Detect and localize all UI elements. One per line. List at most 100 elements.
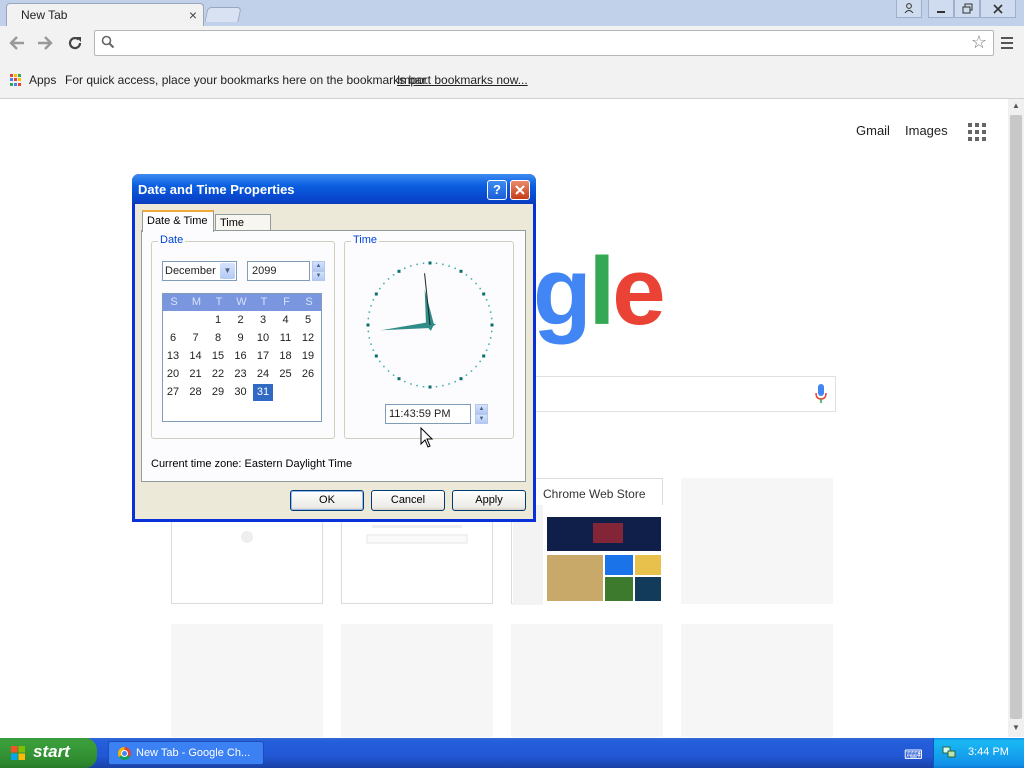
favicon-placeholder-icon	[241, 531, 253, 543]
calendar-day[interactable]: 8	[208, 330, 228, 347]
calendar-day[interactable]: 17	[253, 348, 273, 365]
close-icon	[515, 185, 525, 195]
calendar-day[interactable]: 16	[231, 348, 251, 365]
year-field[interactable]: 2099	[247, 261, 310, 281]
tab-new-tab[interactable]: New Tab ×	[6, 3, 204, 27]
gmail-link[interactable]: Gmail	[856, 123, 890, 138]
calendar-day[interactable]: 29	[208, 384, 228, 401]
calendar-day[interactable]: 14	[186, 348, 206, 365]
apply-button[interactable]: Apply	[452, 490, 526, 511]
calendar-day[interactable]: 28	[186, 384, 206, 401]
calendar-day[interactable]: 2	[231, 312, 251, 329]
analog-clock	[366, 261, 494, 389]
calendar-day[interactable]: 10	[253, 330, 273, 347]
clock-minute-mark	[475, 365, 477, 368]
taskbar: start New Tab - Google Ch... ⌨ 3:44 PM	[0, 738, 1024, 768]
clock-minute-mark	[367, 317, 370, 320]
calendar-weekday: T	[215, 296, 223, 308]
spin-up-icon[interactable]: ▲	[312, 261, 325, 271]
restore-button[interactable]	[954, 0, 980, 18]
calendar-day[interactable]: 9	[231, 330, 251, 347]
dialog-title-bar[interactable]: Date and Time Properties ?	[132, 174, 536, 204]
clock-minute-mark	[410, 265, 412, 267]
keyboard-icon[interactable]: ⌨	[904, 747, 923, 763]
images-link[interactable]: Images	[905, 123, 948, 138]
window-close-button[interactable]	[980, 0, 1016, 18]
clock-minute-mark	[488, 343, 490, 345]
forward-arrow-icon[interactable]	[34, 32, 56, 54]
google-apps-icon[interactable]	[968, 123, 986, 141]
calendar-day[interactable]: 25	[276, 366, 296, 383]
tab-close-icon[interactable]: ×	[189, 6, 197, 24]
calendar-day[interactable]: 12	[298, 330, 318, 347]
page-scrollbar[interactable]: ▲ ▼	[1008, 99, 1024, 737]
time-spinner[interactable]: ▲ ▼	[475, 404, 488, 424]
spin-down-icon[interactable]: ▼	[312, 271, 325, 281]
calendar-day[interactable]: 3	[253, 312, 273, 329]
tab-date-time[interactable]: Date & Time	[142, 210, 214, 232]
apps-grid-icon[interactable]	[10, 74, 22, 86]
calendar-day[interactable]: 7	[186, 330, 206, 347]
clock-minute-mark	[490, 317, 493, 320]
system-clock[interactable]: 3:44 PM	[968, 746, 1009, 758]
profile-icon[interactable]	[896, 0, 922, 18]
clock-minute-mark	[442, 263, 444, 266]
apps-shortcut[interactable]: Apps	[29, 73, 56, 87]
calendar-day[interactable]: 5	[298, 312, 318, 329]
spin-down-icon[interactable]: ▼	[475, 414, 488, 424]
scrollbar-thumb[interactable]	[1010, 115, 1022, 719]
start-button[interactable]: start	[0, 738, 97, 768]
calendar-day[interactable]: 26	[298, 366, 318, 383]
month-dropdown[interactable]: December ▼	[162, 261, 237, 281]
calendar-day[interactable]: 27	[163, 384, 183, 401]
calendar-day[interactable]: 1	[208, 312, 228, 329]
ok-button[interactable]: OK	[290, 490, 364, 511]
scroll-down-arrow-icon[interactable]: ▼	[1012, 723, 1020, 732]
taskbar-item-chrome[interactable]: New Tab - Google Ch...	[108, 741, 264, 765]
new-tab-button[interactable]	[204, 7, 242, 22]
network-icon[interactable]	[942, 745, 956, 759]
calendar-day[interactable]: 23	[231, 366, 251, 383]
chevron-down-icon[interactable]: ▼	[220, 263, 235, 279]
time-field[interactable]: 11:43:59 PM	[385, 404, 471, 424]
calendar-day[interactable]: 22	[208, 366, 228, 383]
calendar-day[interactable]: 6	[163, 330, 183, 347]
windows-logo-icon	[11, 746, 25, 760]
year-spinner[interactable]: ▲ ▼	[312, 261, 325, 281]
dialog-close-button[interactable]	[510, 180, 530, 200]
calendar-day[interactable]: 18	[276, 348, 296, 365]
calendar-day[interactable]: 20	[163, 366, 183, 383]
calendar-day[interactable]: 4	[276, 312, 296, 329]
calendar-day-selected[interactable]: 31	[253, 384, 273, 401]
minimize-button[interactable]	[928, 0, 954, 18]
dialog-title: Date and Time Properties	[138, 182, 295, 197]
calendar-day[interactable]: 24	[253, 366, 273, 383]
scroll-up-arrow-icon[interactable]: ▲	[1012, 101, 1020, 110]
omnibox[interactable]: ☆	[94, 30, 994, 56]
back-arrow-icon[interactable]	[6, 32, 28, 54]
tile-title: Chrome Web Store	[543, 487, 646, 501]
hamburger-menu-icon[interactable]	[998, 33, 1016, 53]
calendar-day[interactable]: 19	[298, 348, 318, 365]
calendar-day[interactable]: 21	[186, 366, 206, 383]
omnibox-input[interactable]	[121, 34, 955, 54]
clock-hour-mark	[482, 354, 486, 358]
calendar-day[interactable]: 11	[276, 330, 296, 347]
help-button[interactable]: ?	[487, 180, 507, 200]
calendar-day[interactable]: 15	[208, 348, 228, 365]
microphone-icon[interactable]	[815, 384, 827, 404]
star-icon[interactable]: ☆	[971, 32, 987, 53]
time-group: Time 11:43:59 PM ▲ ▼	[344, 234, 514, 439]
spin-up-icon[interactable]: ▲	[475, 404, 488, 414]
clock-minute-mark	[488, 305, 490, 307]
cancel-button[interactable]: Cancel	[371, 490, 445, 511]
clock-minute-mark	[387, 370, 390, 372]
calendar-day[interactable]: 13	[163, 348, 183, 365]
clock-minute-mark	[475, 282, 477, 285]
import-bookmarks-link[interactable]: Import bookmarks now...	[397, 73, 528, 87]
clock-minute-mark	[435, 385, 438, 388]
calendar-day[interactable]: 30	[231, 384, 251, 401]
reload-icon[interactable]	[64, 32, 86, 54]
start-label: start	[33, 742, 70, 761]
clock-minute-mark	[485, 299, 488, 301]
